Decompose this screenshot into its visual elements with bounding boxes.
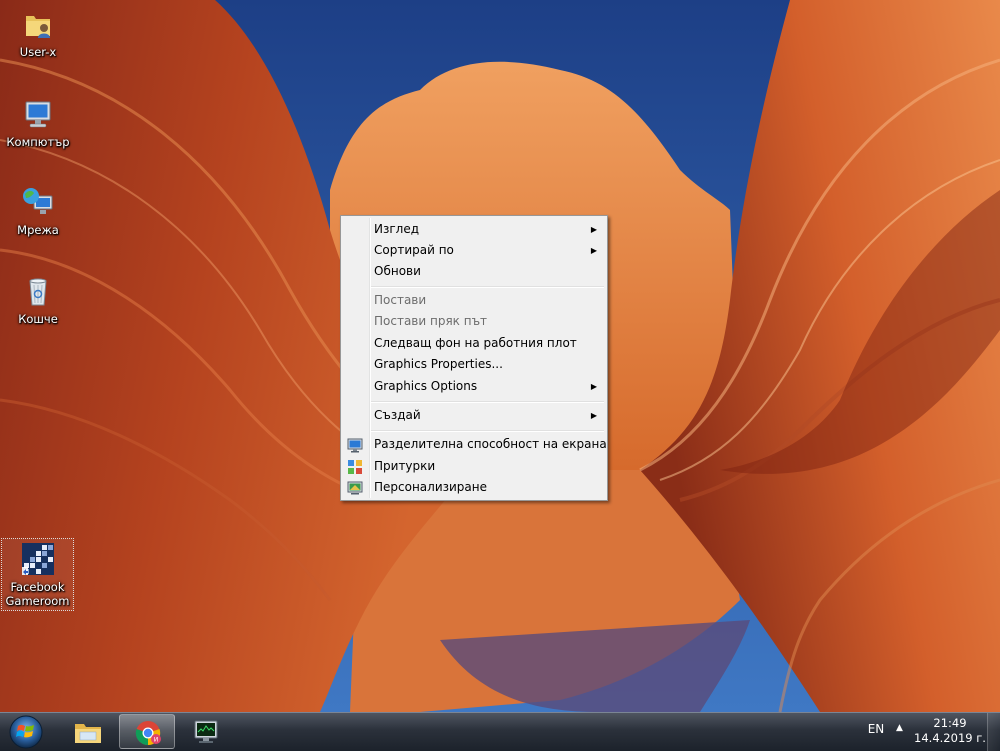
desktop-icon-label-line2: Gameroom <box>5 594 70 608</box>
show-desktop-button[interactable] <box>987 713 1000 751</box>
desktop-icon-label: Кошче <box>18 312 58 326</box>
taskbar-button-explorer[interactable] <box>60 714 116 749</box>
svg-text:И: И <box>154 737 159 744</box>
submenu-arrow-icon: ▶ <box>590 382 597 391</box>
menu-item-gadgets[interactable]: Притурки <box>343 456 605 477</box>
windows-logo-icon <box>9 715 43 749</box>
desktop-icon-label-line1: Facebook <box>10 580 65 594</box>
language-indicator[interactable]: EN <box>862 713 890 751</box>
menu-item-label: Постави пряк път <box>374 314 488 328</box>
clock-date: 14.4.2019 г. <box>914 731 986 745</box>
desktop-icon-label: Компютър <box>6 135 70 149</box>
menu-item-view[interactable]: Изглед ▶ <box>343 219 605 240</box>
menu-separator <box>371 430 604 432</box>
desktop-icon-label: Мрежа <box>17 223 59 237</box>
menu-item-label: Притурки <box>374 459 436 473</box>
recycle-bin-icon <box>29 278 47 306</box>
computer-icon <box>25 101 51 128</box>
menu-item-graphics-options[interactable]: Graphics Options ▶ <box>343 376 605 397</box>
menu-item-label: Изглед <box>374 222 420 236</box>
personalize-icon <box>347 481 363 495</box>
menu-item-sort-by[interactable]: Сортирай по ▶ <box>343 240 605 261</box>
network-icon <box>23 188 53 214</box>
menu-item-label: Персонализиране <box>374 480 488 494</box>
menu-item-label: Graphics Options <box>374 379 478 393</box>
menu-item-label: Създай <box>374 408 421 422</box>
menu-item-label: Следващ фон на работния плот <box>374 336 577 350</box>
menu-item-graphics-properties[interactable]: Graphics Properties... <box>343 354 605 375</box>
clock-time: 21:49 <box>933 716 967 730</box>
menu-item-next-background[interactable]: Следващ фон на работния плот <box>343 333 605 354</box>
desktop-context-menu: Изглед ▶ Сортирай по ▶ Обнови Постави По… <box>340 215 608 501</box>
menu-item-screen-resolution[interactable]: Разделителна способност на екрана <box>343 434 607 455</box>
desktop-icon-facebook-gameroom[interactable]: Facebook Gameroom <box>1 538 74 611</box>
start-button[interactable] <box>6 713 46 751</box>
task-manager-icon <box>194 720 218 743</box>
chrome-icon: И <box>135 721 161 746</box>
menu-item-paste-shortcut[interactable]: Постави пряк път <box>343 311 605 332</box>
taskbar: И EN ▲ 21:49 14.4.2019 г. <box>0 712 1000 751</box>
desktop-icon-label: User-x <box>19 45 57 59</box>
menu-item-personalize[interactable]: Персонализиране <box>343 477 605 498</box>
facebook-gameroom-icon <box>21 543 54 575</box>
show-hidden-icons-icon[interactable]: ▲ <box>896 723 903 733</box>
menu-item-paste[interactable]: Постави <box>343 290 605 311</box>
desktop-icon-recycle-bin[interactable]: Кошче <box>0 273 76 326</box>
menu-item-label: Обнови <box>374 264 421 278</box>
desktop-icon-network[interactable]: Мрежа <box>0 184 76 237</box>
user-folder-icon <box>26 16 50 38</box>
desktop-icon-computer[interactable]: Компютър <box>0 96 76 149</box>
desktop-icon-user-folder[interactable]: User-x <box>0 6 76 59</box>
gadgets-icon <box>348 460 362 474</box>
submenu-arrow-icon: ▶ <box>590 225 597 234</box>
desktop[interactable]: User-x Компютър Мрежа Кошче Facebook Gam… <box>0 0 1000 712</box>
menu-item-label: Сортирай по <box>374 243 454 257</box>
taskbar-button-task-manager[interactable] <box>178 714 234 749</box>
menu-item-label: Разделителна способност на екрана <box>374 437 607 451</box>
menu-item-refresh[interactable]: Обнови <box>343 261 605 282</box>
submenu-arrow-icon: ▶ <box>590 411 597 420</box>
taskbar-button-chrome[interactable]: И <box>119 714 175 749</box>
menu-item-label: Graphics Properties... <box>374 357 503 371</box>
submenu-arrow-icon: ▶ <box>590 246 597 255</box>
menu-separator <box>371 401 604 403</box>
folder-icon <box>75 724 101 743</box>
menu-item-new[interactable]: Създай ▶ <box>343 405 605 426</box>
display-resolution-icon <box>347 438 363 453</box>
menu-item-label: Постави <box>374 293 427 307</box>
clock[interactable]: 21:49 14.4.2019 г. <box>912 716 988 746</box>
menu-separator <box>371 286 604 288</box>
